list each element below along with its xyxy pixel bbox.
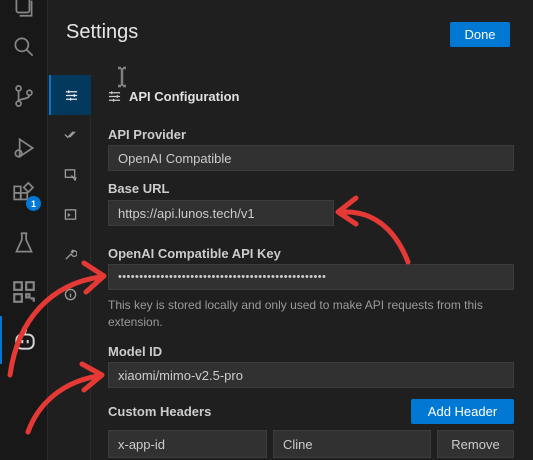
source-control-icon[interactable]: [0, 72, 48, 120]
api-key-label: OpenAI Compatible API Key: [108, 246, 281, 261]
api-provider-label: API Provider: [108, 127, 187, 142]
activity-bar: 1: [0, 0, 48, 460]
tab-api-configuration[interactable]: [49, 75, 91, 115]
tab-browser[interactable]: [49, 154, 91, 194]
section-header: API Configuration: [108, 89, 240, 104]
api-key-input[interactable]: ••••••••••••••••••••••••••••••••••••••••…: [108, 264, 514, 290]
run-debug-icon[interactable]: [0, 124, 48, 172]
api-key-note: This key is stored locally and only used…: [108, 298, 483, 329]
sliders-icon: [108, 91, 121, 102]
testing-icon[interactable]: [0, 219, 48, 267]
model-id-input[interactable]: xiaomi/mimo-v2.5-pro: [108, 362, 514, 388]
page-title: Settings: [66, 21, 139, 43]
tab-features[interactable]: [49, 114, 91, 154]
remove-header-button[interactable]: Remove: [437, 430, 514, 458]
text-cursor-icon: [118, 66, 126, 88]
base-url-input[interactable]: https://api.lunos.tech/v1: [108, 200, 334, 226]
header-value-input[interactable]: Cline: [273, 430, 431, 458]
tab-terminal[interactable]: [49, 194, 91, 234]
extensions-icon[interactable]: 1: [0, 170, 48, 218]
extensions-badge: 1: [26, 196, 41, 211]
qr-code-icon[interactable]: [0, 268, 48, 316]
cline-bot-icon[interactable]: [0, 316, 48, 364]
tab-debug-tools[interactable]: [49, 234, 91, 274]
tab-about[interactable]: [49, 274, 91, 314]
add-header-button[interactable]: Add Header: [411, 399, 514, 424]
search-icon[interactable]: [0, 23, 48, 71]
model-id-label: Model ID: [108, 344, 163, 359]
base-url-label: Base URL: [108, 181, 170, 196]
header-name-input[interactable]: x-app-id: [108, 430, 267, 458]
done-button[interactable]: Done: [450, 22, 510, 47]
section-title: API Configuration: [129, 89, 240, 104]
settings-tabs: [49, 75, 91, 460]
api-provider-select[interactable]: OpenAI Compatible: [108, 145, 514, 171]
custom-headers-label: Custom Headers: [108, 404, 212, 419]
